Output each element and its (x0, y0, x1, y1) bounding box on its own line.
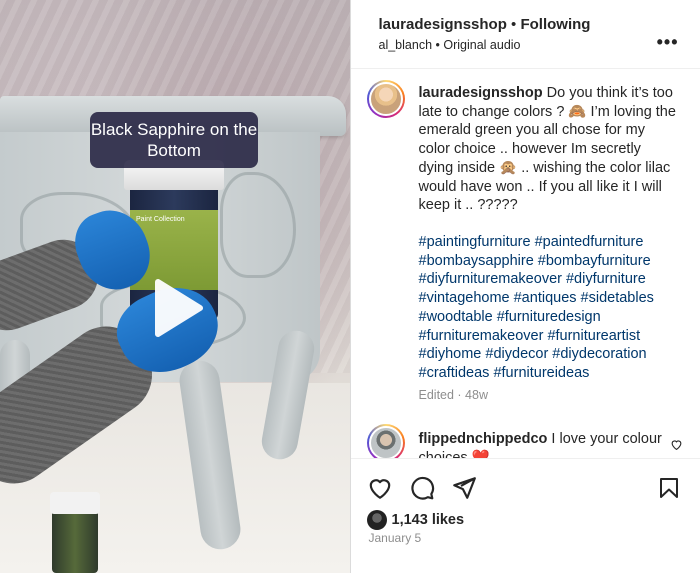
following-button[interactable]: Following (520, 16, 590, 33)
caption-meta: Edited · 48w (419, 388, 488, 402)
commenter-avatar[interactable] (367, 424, 405, 458)
comment-like-icon[interactable] (670, 438, 683, 451)
bookmark-icon[interactable] (657, 475, 681, 501)
more-options-icon[interactable]: ••• (657, 32, 679, 53)
liker-avatar (367, 510, 387, 530)
table-carving (220, 172, 296, 278)
likes-count[interactable]: 1,143 likes (367, 509, 465, 531)
header-separator: • (511, 16, 516, 33)
author-avatar[interactable] (367, 80, 405, 118)
audio-label[interactable]: Original audio (443, 38, 520, 52)
likes-text[interactable]: 1,143 likes (392, 512, 465, 528)
audio-username[interactable]: al_blanch (379, 38, 433, 52)
instagram-post: Paint Collection Black Sapphire on the B… (0, 0, 700, 573)
post-side-panel: lauradesignsshop • Following al_blanch •… (350, 0, 700, 573)
header-audio: al_blanch • Original audio (379, 38, 521, 52)
header-username[interactable]: lauradesignsshop (379, 16, 507, 33)
comment-bubble-icon[interactable] (409, 475, 435, 501)
video-media[interactable]: Paint Collection Black Sapphire on the B… (0, 0, 350, 573)
comments-section[interactable]: lauradesignsshop Do you think it’s too l… (351, 68, 700, 458)
action-bar: 1,143 likes January 5 (351, 458, 700, 574)
jar-label-text: Paint Collection (136, 216, 185, 223)
heart-icon[interactable] (367, 475, 393, 501)
video-caption-text: Black Sapphire on the Bottom (90, 119, 258, 161)
paper-plane-icon[interactable] (451, 475, 477, 501)
audio-separator: • (436, 38, 440, 52)
caption-body: Do you think it’s too late to change col… (419, 85, 676, 213)
caption-hashtags[interactable]: #paintingfurniture #paintedfurniture #bo… (419, 233, 679, 383)
caption-username[interactable]: lauradesignsshop (419, 85, 543, 101)
small-jar-lid (50, 492, 100, 514)
small-paint-jar (52, 492, 98, 573)
post-header: lauradesignsshop • Following al_blanch •… (351, 0, 700, 69)
video-caption-overlay: Black Sapphire on the Bottom (90, 112, 258, 168)
comment-username[interactable]: flippednchippedco (419, 431, 548, 447)
caption-text: lauradesignsshop Do you think it’s too l… (419, 84, 679, 215)
comment-text: flippednchippedco I love your colour cho… (419, 430, 679, 458)
post-date[interactable]: January 5 (369, 531, 422, 545)
header-row: lauradesignsshop • Following (379, 16, 591, 33)
play-icon[interactable] (144, 276, 208, 340)
